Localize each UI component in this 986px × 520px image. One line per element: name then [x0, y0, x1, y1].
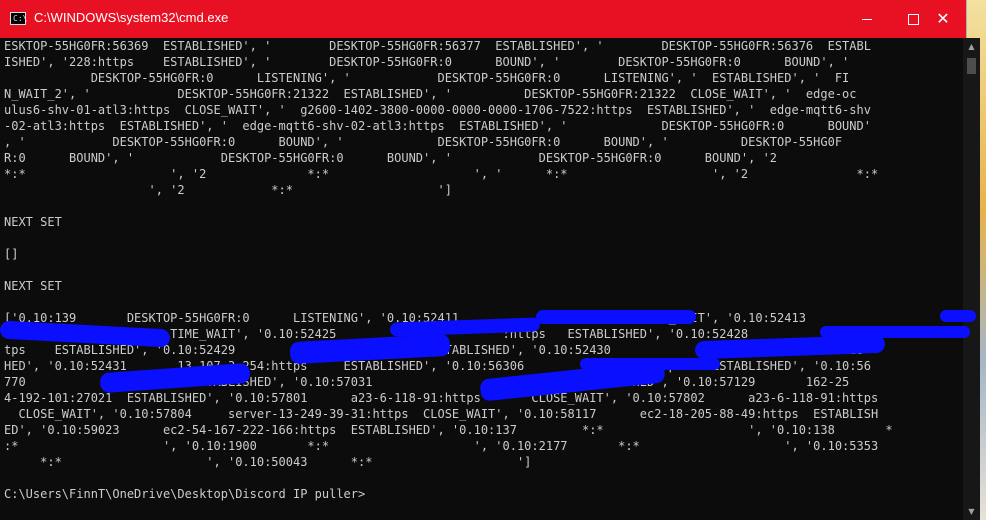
console-line: R:0 BOUND', ' DESKTOP-55HG0FR:0 BOUND', …	[4, 151, 778, 165]
console-line: *:* ', '0.10:50043 *:* ']	[4, 455, 532, 469]
console-line: :* ', '0.10:1900 *:* ', '0.10:2177 *:* '…	[4, 439, 879, 453]
console-line: ['0.10:139 DESKTOP-55HG0FR:0 LISTENING',…	[4, 311, 806, 325]
console-output[interactable]: ESKTOP-55HG0FR:56369 ESTABLISHED', ' DES…	[0, 38, 966, 520]
console-line: *:* ', '2 *:* ', ' *:* ', '2 *:*	[4, 167, 879, 181]
console-line: ulus6-shv-01-atl3:https CLOSE_WAIT', ' g…	[4, 103, 871, 117]
console-line: ED', '0.10:59023 ec2-54-167-222-166:http…	[4, 423, 893, 437]
scrollbar-thumb[interactable]	[967, 58, 976, 74]
console-line: -02-atl3:https ESTABLISHED', ' edge-mqtt…	[4, 119, 871, 133]
console-line: 4-192-101:27021 ESTABLISHED', '0.10:5780…	[4, 391, 879, 405]
cmd-icon[interactable]: C:\	[10, 12, 27, 25]
console-line: N_WAIT_2', ' DESKTOP-55HG0FR:21322 ESTAB…	[4, 87, 857, 101]
console-line: tps ESTABLISHED', '0.10:52429 https ESTA…	[4, 343, 864, 357]
close-icon: ✕	[936, 9, 950, 28]
console-line: C:\Users\FinnT\OneDrive\Desktop\Discord …	[4, 487, 366, 501]
console-line: ', '2 *:* ']	[4, 183, 452, 197]
title-bar[interactable]: C:\ C:\WINDOWS\system32\cmd.exe ✕	[0, 0, 966, 38]
console-line: TIME_WAIT', '0.10:52425 :https ESTABLISH…	[4, 327, 908, 341]
console-line: ISHED', '228:https ESTABLISHED', ' DESKT…	[4, 55, 850, 69]
console-line: CLOSE_WAIT', '0.10:57804 server-13-249-3…	[4, 407, 879, 421]
window-title: C:\WINDOWS\system32\cmd.exe	[34, 10, 229, 25]
scroll-up-icon[interactable]: ▲	[963, 38, 980, 55]
console-line: []	[4, 247, 19, 261]
console-line: DESKTOP-55HG0FR:0 LISTENING', ' DESKTOP-…	[4, 71, 850, 85]
vertical-scrollbar[interactable]: ▲ ▼	[963, 38, 980, 520]
minimize-icon	[862, 18, 872, 20]
minimize-button[interactable]	[844, 0, 890, 38]
console-line: 770 :223 ESTABLISHED', '0.10:57031 :http…	[4, 375, 850, 389]
console-line: NEXT SET	[4, 279, 62, 293]
scroll-down-icon[interactable]: ▼	[963, 503, 980, 520]
cmd-window: C:\ C:\WINDOWS\system32\cmd.exe ✕ ESKTOP…	[0, 0, 980, 520]
console-line: , ' DESKTOP-55HG0FR:0 BOUND', ' DESKTOP-…	[4, 135, 843, 149]
console-line: NEXT SET	[4, 215, 62, 229]
maximize-icon	[907, 13, 919, 25]
close-button[interactable]: ✕	[920, 0, 966, 38]
console-line: HED', '0.10:52431 13.107.3.254:https EST…	[4, 359, 871, 373]
console-line: ESKTOP-55HG0FR:56369 ESTABLISHED', ' DES…	[4, 39, 871, 53]
